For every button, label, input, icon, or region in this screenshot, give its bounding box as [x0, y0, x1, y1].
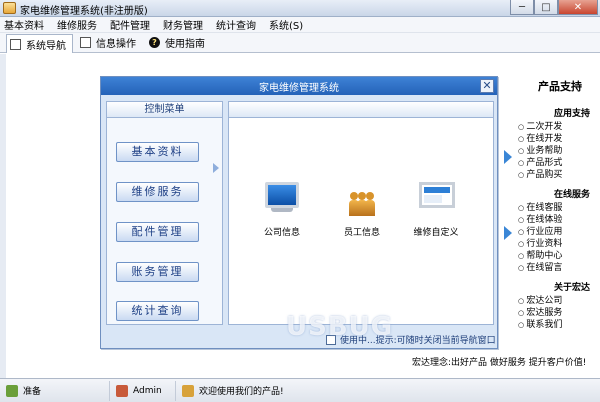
screen-edit-icon [419, 182, 455, 216]
module-area-header [229, 102, 493, 118]
welcome-icon [182, 384, 194, 397]
status-state: 准备 [23, 387, 42, 397]
nav-accounts-button[interactable]: 账务管理 [116, 262, 199, 282]
module-repair-custom[interactable]: 维修自定义 [401, 182, 471, 238]
module-label: 员工信息 [343, 228, 380, 238]
maximize-button[interactable]: □ [534, 0, 558, 15]
minimize-button[interactable]: ─ [510, 0, 534, 15]
menu-bar: 基本资料 维修服务 配件管理 财务管理 统计查询 系统(S) [0, 17, 600, 33]
link-item[interactable]: 二次开发 [496, 121, 596, 133]
link-item[interactable]: 在线体验 [496, 214, 596, 226]
window-icon [80, 37, 91, 48]
dialog-close-button[interactable]: ✕ [480, 79, 494, 93]
navigation-dialog: 家电维修管理系统 ✕ 控制菜单 基本资料 维修服务 配件管理 账务管理 统计查询… [100, 76, 498, 349]
link-item[interactable]: 帮助中心 [496, 250, 596, 262]
tab-label: 系统导航 [26, 40, 66, 52]
menu-repair-service[interactable]: 维修服务 [57, 17, 97, 32]
group-title: 应用支持 [553, 109, 590, 119]
module-company-info[interactable]: 公司信息 [247, 182, 317, 238]
module-staff-info[interactable]: 员工信息 [327, 182, 397, 238]
tab-user-guide[interactable]: ? 使用指南 [146, 34, 211, 52]
menu-statistics[interactable]: 统计查询 [216, 17, 256, 32]
link-item[interactable]: 在线客服 [496, 202, 596, 214]
group-title: 在线服务 [553, 190, 590, 200]
link-item[interactable]: 在线开发 [496, 133, 596, 145]
user-icon [116, 384, 128, 397]
arrow-marker-icon [504, 226, 512, 240]
monitor-icon [265, 182, 299, 216]
link-item[interactable]: 产品购买 [496, 169, 596, 181]
watermark: USBUG [286, 312, 394, 342]
app-icon [3, 2, 16, 14]
tab-system-nav[interactable]: 系统导航 [6, 34, 73, 53]
status-bar: 准备 Admin 欢迎使用我们的产品! [0, 378, 600, 402]
dialog-title: 家电维修管理系统 [259, 82, 339, 94]
nav-basic-data-button[interactable]: 基本资料 [116, 142, 199, 162]
panel-title: 产品支持 [538, 80, 582, 93]
link-item[interactable]: 宏达服务 [496, 307, 596, 319]
tab-bar: 系统导航 信息操作 ? 使用指南 [0, 33, 600, 53]
menu-finance[interactable]: 财务管理 [163, 17, 203, 32]
tab-info-ops[interactable]: 信息操作 [77, 34, 142, 52]
slogan: 宏达理念:出好产品 做好服务 提升客户价值! [412, 358, 587, 368]
status-user-cell: Admin [110, 380, 176, 401]
link-item[interactable]: 宏达公司 [496, 295, 596, 307]
tab-label: 使用指南 [165, 39, 205, 50]
status-welcome: 欢迎使用我们的产品! [199, 387, 284, 397]
status-welcome-cell: 欢迎使用我们的产品! [176, 381, 284, 401]
module-label: 公司信息 [263, 228, 300, 238]
close-button[interactable]: ✕ [558, 0, 598, 15]
arrow-marker-icon [504, 150, 512, 164]
title-bar: 家电维修管理系统(非注册版) ─ □ ✕ [0, 0, 600, 17]
status-user: Admin [133, 385, 162, 396]
menu-parts[interactable]: 配件管理 [110, 17, 150, 32]
tab-label: 信息操作 [96, 39, 136, 50]
window-icon [10, 38, 21, 50]
window-title: 家电维修管理系统(非注册版) [20, 6, 148, 17]
ready-icon [6, 384, 18, 397]
help-icon: ? [149, 37, 160, 48]
control-menu: 控制菜单 基本资料 维修服务 配件管理 账务管理 统计查询 [106, 101, 223, 325]
menu-basic-data[interactable]: 基本资料 [4, 17, 44, 32]
menu-system[interactable]: 系统(S) [269, 17, 303, 32]
product-support-panel: 产品支持 应用支持 二次开发 在线开发 业务帮助 产品形式 产品购买 在线服务 … [496, 78, 596, 331]
people-icon [345, 182, 379, 216]
module-area: 公司信息 员工信息 维修自定义 [228, 101, 494, 325]
group-title: 关于宏达 [553, 283, 590, 293]
link-item[interactable]: 联系我们 [496, 319, 596, 331]
nav-repair-service-button[interactable]: 维修服务 [116, 182, 199, 202]
link-item[interactable]: 在线留言 [496, 262, 596, 274]
nav-parts-button[interactable]: 配件管理 [116, 222, 199, 242]
dialog-title-bar: 家电维修管理系统 ✕ [101, 77, 497, 95]
selected-pointer-icon [213, 163, 219, 173]
control-menu-title: 控制菜单 [107, 102, 222, 118]
nav-statistics-button[interactable]: 统计查询 [116, 301, 199, 321]
status-state-cell: 准备 [0, 380, 110, 401]
module-label: 维修自定义 [413, 228, 459, 238]
window-controls: ─ □ ✕ [510, 0, 598, 16]
